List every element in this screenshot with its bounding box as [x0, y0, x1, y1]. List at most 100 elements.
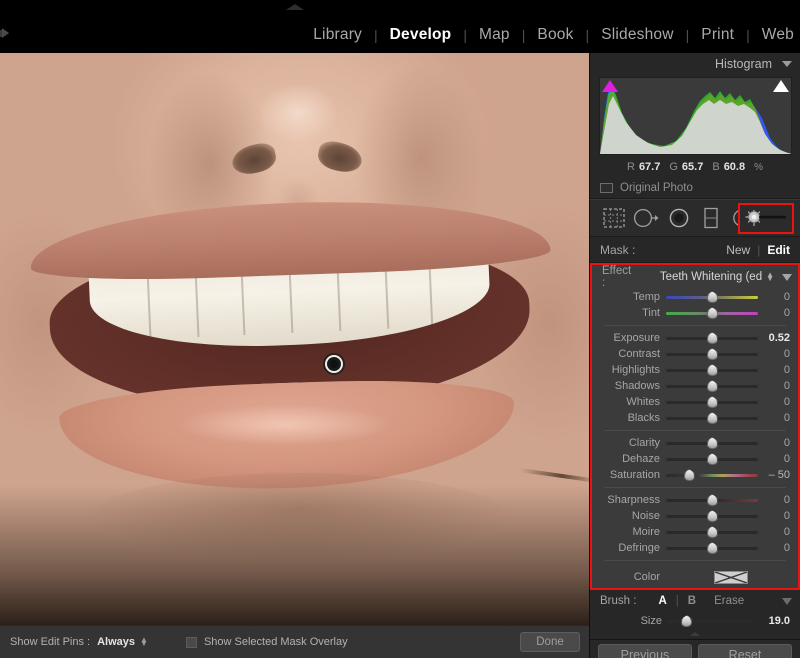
module-item-library[interactable]: Library	[301, 24, 374, 46]
slider-temp[interactable]: Temp 0	[592, 289, 798, 305]
left-panel-expand-arrow-icon[interactable]	[2, 28, 9, 38]
slider-noise[interactable]: Noise 0	[592, 508, 798, 524]
slider-thumb[interactable]	[707, 437, 718, 449]
histogram-svg	[600, 78, 792, 154]
brush-size-label: Size	[590, 615, 668, 627]
slider-exposure[interactable]: Exposure 0.52	[592, 330, 798, 346]
chevron-down-icon[interactable]	[782, 274, 792, 281]
effect-stepper-icon[interactable]: ▲▼	[766, 273, 774, 281]
chevron-down-icon[interactable]	[782, 598, 792, 605]
shadow-clipping-indicator-icon[interactable]	[602, 80, 618, 92]
slider-thumb[interactable]	[707, 348, 718, 360]
slider-clarity[interactable]: Clarity 0	[592, 435, 798, 451]
done-button[interactable]: Done	[520, 632, 580, 652]
original-photo-checkbox[interactable]	[600, 183, 613, 193]
slider-track[interactable]	[666, 364, 758, 376]
show-edit-pins-stepper-icon[interactable]: ▲▼	[140, 638, 148, 646]
divider	[604, 487, 786, 488]
edit-pin[interactable]	[325, 355, 343, 373]
module-item-develop[interactable]: Develop	[378, 24, 464, 46]
original-photo-row[interactable]: Original Photo	[590, 177, 800, 199]
color-row: Color	[592, 565, 798, 589]
slider-dehaze[interactable]: Dehaze 0	[592, 451, 798, 467]
slider-thumb[interactable]	[707, 526, 718, 538]
color-swatch-button[interactable]	[714, 571, 748, 584]
chevron-down-icon[interactable]	[782, 61, 792, 67]
slider-tint[interactable]: Tint 0	[592, 305, 798, 321]
brush-erase-button[interactable]: Erase	[714, 595, 744, 607]
slider-track[interactable]	[666, 348, 758, 360]
adjustment-brush-icon[interactable]	[738, 203, 794, 234]
slider-thumb[interactable]	[707, 494, 718, 506]
slider-track[interactable]	[666, 453, 758, 465]
slider-highlights[interactable]: Highlights 0	[592, 362, 798, 378]
red-eye-icon[interactable]	[663, 203, 695, 233]
slider-track[interactable]	[666, 437, 758, 449]
slider-shadows[interactable]: Shadows 0	[592, 378, 798, 394]
lightroom-develop-window: Library | Develop | Map | Book | Slidesh…	[0, 0, 800, 658]
histogram-header[interactable]: Histogram	[590, 53, 800, 75]
mask-new-button[interactable]: New	[726, 243, 750, 257]
slider-track[interactable]	[666, 380, 758, 392]
panel-collapse-handle[interactable]	[590, 630, 800, 640]
module-item-print[interactable]: Print	[689, 24, 746, 46]
slider-track[interactable]	[666, 494, 758, 506]
slider-label: Shadows	[598, 380, 666, 392]
brush-b-button[interactable]: B	[688, 595, 696, 607]
slider-track[interactable]	[666, 526, 758, 538]
rgb-g-value: 65.7	[682, 161, 703, 173]
slider-thumb[interactable]	[707, 453, 718, 465]
slider-whites[interactable]: Whites 0	[592, 394, 798, 410]
slider-thumb[interactable]	[707, 332, 718, 344]
slider-thumb[interactable]	[681, 615, 692, 627]
slider-contrast[interactable]: Contrast 0	[592, 346, 798, 362]
slider-value: 0	[758, 380, 792, 392]
slider-track[interactable]	[668, 615, 754, 627]
highlight-clipping-indicator-icon[interactable]	[773, 80, 789, 92]
slider-thumb[interactable]	[707, 380, 718, 392]
brush-a-button[interactable]: A	[658, 595, 666, 607]
histogram-chart[interactable]	[599, 77, 792, 155]
slider-thumb[interactable]	[707, 307, 718, 319]
effect-row: Effect : Teeth Whitening (edi... ▲▼	[592, 265, 798, 289]
slider-thumb[interactable]	[707, 396, 718, 408]
slider-track[interactable]	[666, 412, 758, 424]
top-panel-collapse-arrow-icon[interactable]	[286, 4, 304, 10]
divider	[604, 325, 786, 326]
module-item-map[interactable]: Map	[467, 24, 522, 46]
slider-track[interactable]	[666, 307, 758, 319]
brush-size-row[interactable]: Size 19.0	[590, 612, 800, 630]
image-preview-area[interactable]	[0, 53, 589, 625]
previous-button[interactable]: Previous	[598, 644, 692, 658]
slider-thumb[interactable]	[707, 412, 718, 424]
effect-preset-value[interactable]: Teeth Whitening (edi...	[660, 271, 762, 283]
slider-sharpness[interactable]: Sharpness 0	[592, 492, 798, 508]
graduated-filter-icon[interactable]	[695, 203, 727, 233]
mask-edit-button[interactable]: Edit	[767, 243, 790, 257]
crop-overlay-icon[interactable]	[598, 203, 630, 233]
module-item-slideshow[interactable]: Slideshow	[589, 24, 685, 46]
module-item-book[interactable]: Book	[525, 24, 585, 46]
slider-saturation[interactable]: Saturation – 50	[592, 467, 798, 483]
slider-thumb[interactable]	[707, 510, 718, 522]
slider-track[interactable]	[666, 542, 758, 554]
show-edit-pins-value[interactable]: Always	[97, 636, 135, 648]
reset-button[interactable]: Reset	[698, 644, 792, 658]
slider-thumb[interactable]	[707, 291, 718, 303]
slider-track[interactable]	[666, 291, 758, 303]
slider-track[interactable]	[666, 332, 758, 344]
effect-panel: Effect : Teeth Whitening (edi... ▲▼ Temp…	[590, 263, 800, 590]
module-item-web[interactable]: Web	[750, 24, 800, 46]
slider-thumb[interactable]	[684, 469, 695, 481]
slider-blacks[interactable]: Blacks 0	[592, 410, 798, 426]
slider-defringe[interactable]: Defringe 0	[592, 540, 798, 556]
slider-track[interactable]	[666, 469, 758, 481]
spot-removal-icon[interactable]	[630, 203, 662, 233]
slider-thumb[interactable]	[707, 364, 718, 376]
slider-thumb[interactable]	[707, 542, 718, 554]
slider-track[interactable]	[666, 510, 758, 522]
slider-moire[interactable]: Moire 0	[592, 524, 798, 540]
slider-track[interactable]	[666, 396, 758, 408]
show-selected-mask-overlay-checkbox[interactable]	[186, 637, 197, 648]
slider-value: 0	[758, 510, 792, 522]
